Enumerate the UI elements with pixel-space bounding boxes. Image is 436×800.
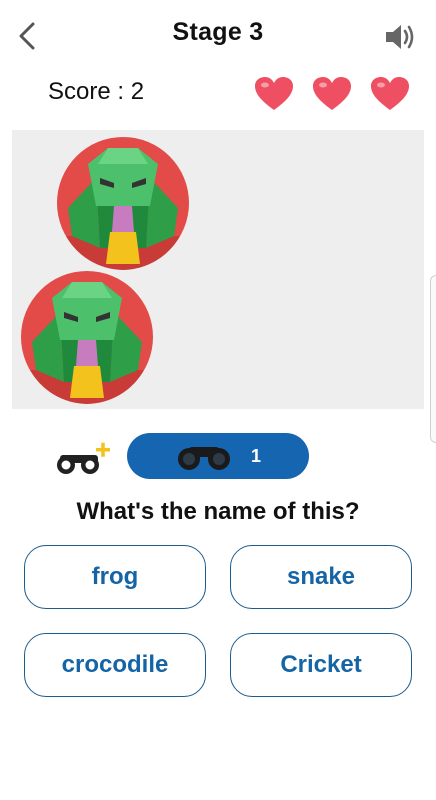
side-drawer-handle[interactable] (430, 275, 436, 443)
speaker-icon (386, 25, 414, 49)
binoculars-plus-icon[interactable] (52, 437, 112, 477)
score-row: Score : 2 (0, 72, 436, 116)
use-hint-button[interactable]: 1 (127, 433, 309, 479)
answer-button-frog[interactable]: frog (24, 545, 206, 609)
header: Stage 3 (0, 0, 436, 70)
question-text: What's the name of this? (76, 498, 360, 525)
binoculars-icon (177, 447, 230, 470)
score-label: Score : 2 (48, 78, 145, 105)
heart-icon (313, 77, 351, 110)
page-title: Stage 3 (172, 18, 264, 46)
question-image (12, 130, 424, 409)
heart-icon (255, 77, 293, 110)
answer-button-snake[interactable]: snake (230, 545, 412, 609)
answer-button-cricket[interactable]: Cricket (230, 633, 412, 697)
lives (254, 76, 410, 112)
snake-icon (21, 271, 153, 404)
hint-row: 1 (0, 433, 436, 479)
answer-button-crocodile[interactable]: crocodile (24, 633, 206, 697)
snake-icon (57, 137, 189, 270)
heart-icon (371, 77, 409, 110)
hint-count: 1 (250, 445, 261, 466)
sound-button[interactable] (382, 20, 418, 54)
